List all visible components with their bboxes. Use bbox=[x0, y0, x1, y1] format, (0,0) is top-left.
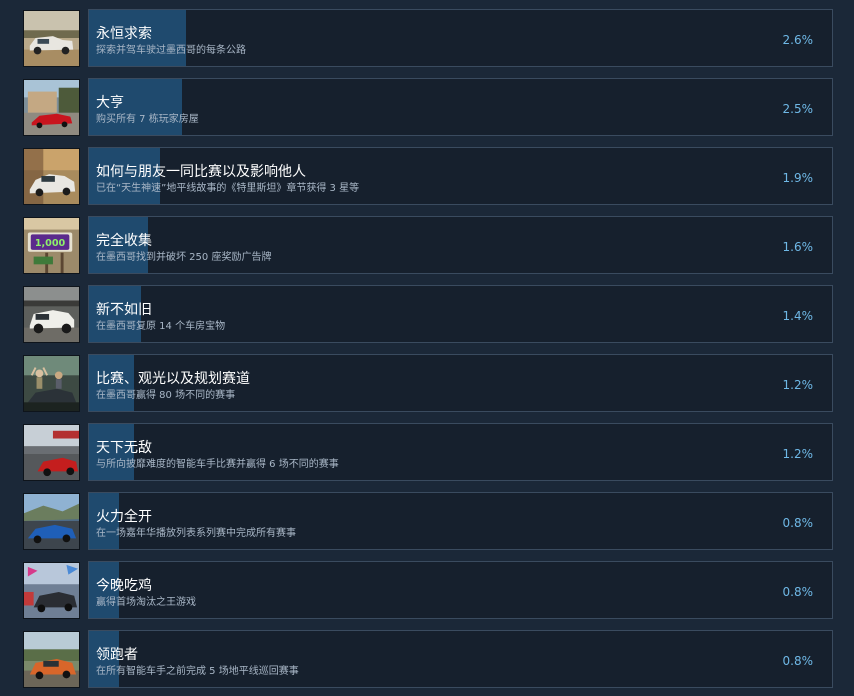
achievement-title: 天下无敌 bbox=[96, 440, 152, 456]
achievement-list: 永恒求索探索并驾车驶过墨西哥的每条公路 2.6% 大亨购买所有 7 栋玩家房屋 2.5… bbox=[0, 0, 854, 696]
achievement-title: 如何与朋友一同比赛以及影响他人 bbox=[96, 164, 306, 180]
unlock-percentage: 1.2% bbox=[782, 378, 814, 392]
achievement-card: 如何与朋友一同比赛以及影响他人已在“天生神速”地平线故事的《特里斯坦》章节获得 … bbox=[88, 147, 833, 205]
achievement-card: 领跑者在所有智能车手之前完成 5 场地平线巡回赛事 0.8% bbox=[88, 630, 833, 688]
achievement-description: 已在“天生神速”地平线故事的《特里斯坦》章节获得 3 星等 bbox=[96, 183, 360, 194]
achievement-title: 比赛、观光以及规划赛道 bbox=[96, 371, 250, 387]
achievement-row[interactable]: 1,000 完全收集在墨西哥找到并破坏 250 座奖励广告牌 1.6% bbox=[0, 216, 854, 274]
achievement-thumbnail bbox=[23, 562, 80, 619]
unlock-percentage: 0.8% bbox=[782, 516, 814, 530]
achievement-row[interactable]: 火力全开在一场嘉年华播放列表系列赛中完成所有赛事 0.8% bbox=[0, 492, 854, 550]
achievement-card: 今晚吃鸡赢得首场淘汰之王游戏 0.8% bbox=[88, 561, 833, 619]
achievement-description: 与所向披靡难度的智能车手比赛并赢得 6 场不同的赛事 bbox=[96, 459, 339, 470]
achievement-title: 今晚吃鸡 bbox=[96, 578, 152, 594]
achievement-row[interactable]: 天下无敌与所向披靡难度的智能车手比赛并赢得 6 场不同的赛事 1.2% bbox=[0, 423, 854, 481]
achievement-description: 在墨西哥找到并破坏 250 座奖励广告牌 bbox=[96, 252, 272, 263]
achievement-card: 比赛、观光以及规划赛道在墨西哥赢得 80 场不同的赛事 1.2% bbox=[88, 354, 833, 412]
unlock-percentage: 0.8% bbox=[782, 654, 814, 668]
achievement-thumbnail bbox=[23, 10, 80, 67]
unlock-percentage: 2.5% bbox=[782, 102, 814, 116]
achievement-description: 在墨西哥复原 14 个车房宝物 bbox=[96, 321, 226, 332]
unlock-percentage: 1.2% bbox=[782, 447, 814, 461]
achievement-title: 完全收集 bbox=[96, 233, 152, 249]
achievement-thumbnail bbox=[23, 493, 80, 550]
unlock-percentage: 1.4% bbox=[782, 309, 814, 323]
achievement-description: 赢得首场淘汰之王游戏 bbox=[96, 597, 196, 608]
unlock-percentage: 1.6% bbox=[782, 240, 814, 254]
unlock-percentage: 0.8% bbox=[782, 585, 814, 599]
achievement-card: 天下无敌与所向披靡难度的智能车手比赛并赢得 6 场不同的赛事 1.2% bbox=[88, 423, 833, 481]
achievement-title: 新不如旧 bbox=[96, 302, 152, 318]
achievement-row[interactable]: 大亨购买所有 7 栋玩家房屋 2.5% bbox=[0, 78, 854, 136]
achievement-thumbnail: 1,000 bbox=[23, 217, 80, 274]
achievement-description: 购买所有 7 栋玩家房屋 bbox=[96, 114, 199, 125]
unlock-percentage: 2.6% bbox=[782, 33, 814, 47]
achievement-row[interactable]: 如何与朋友一同比赛以及影响他人已在“天生神速”地平线故事的《特里斯坦》章节获得 … bbox=[0, 147, 854, 205]
achievement-thumbnail bbox=[23, 79, 80, 136]
achievement-card: 大亨购买所有 7 栋玩家房屋 2.5% bbox=[88, 78, 833, 136]
achievement-description: 在所有智能车手之前完成 5 场地平线巡回赛事 bbox=[96, 666, 299, 677]
achievement-card: 火力全开在一场嘉年华播放列表系列赛中完成所有赛事 0.8% bbox=[88, 492, 833, 550]
achievement-title: 领跑者 bbox=[96, 647, 138, 663]
achievement-row[interactable]: 今晚吃鸡赢得首场淘汰之王游戏 0.8% bbox=[0, 561, 854, 619]
achievement-row[interactable]: 永恒求索探索并驾车驶过墨西哥的每条公路 2.6% bbox=[0, 9, 854, 67]
achievement-description: 探索并驾车驶过墨西哥的每条公路 bbox=[96, 45, 246, 56]
achievement-thumbnail bbox=[23, 148, 80, 205]
achievement-title: 大亨 bbox=[96, 95, 124, 111]
achievement-thumbnail bbox=[23, 286, 80, 343]
unlock-percentage: 1.9% bbox=[782, 171, 814, 185]
achievement-title: 火力全开 bbox=[96, 509, 152, 525]
achievement-thumbnail bbox=[23, 631, 80, 688]
achievement-card: 新不如旧在墨西哥复原 14 个车房宝物 1.4% bbox=[88, 285, 833, 343]
achievement-description: 在一场嘉年华播放列表系列赛中完成所有赛事 bbox=[96, 528, 296, 539]
svg-text:1,000: 1,000 bbox=[35, 238, 66, 249]
achievement-card: 永恒求索探索并驾车驶过墨西哥的每条公路 2.6% bbox=[88, 9, 833, 67]
achievement-thumbnail bbox=[23, 355, 80, 412]
achievement-description: 在墨西哥赢得 80 场不同的赛事 bbox=[96, 390, 236, 401]
achievement-row[interactable]: 比赛、观光以及规划赛道在墨西哥赢得 80 场不同的赛事 1.2% bbox=[0, 354, 854, 412]
achievement-title: 永恒求索 bbox=[96, 26, 152, 42]
achievement-thumbnail bbox=[23, 424, 80, 481]
achievement-card: 完全收集在墨西哥找到并破坏 250 座奖励广告牌 1.6% bbox=[88, 216, 833, 274]
achievement-row[interactable]: 领跑者在所有智能车手之前完成 5 场地平线巡回赛事 0.8% bbox=[0, 630, 854, 688]
achievement-row[interactable]: 新不如旧在墨西哥复原 14 个车房宝物 1.4% bbox=[0, 285, 854, 343]
